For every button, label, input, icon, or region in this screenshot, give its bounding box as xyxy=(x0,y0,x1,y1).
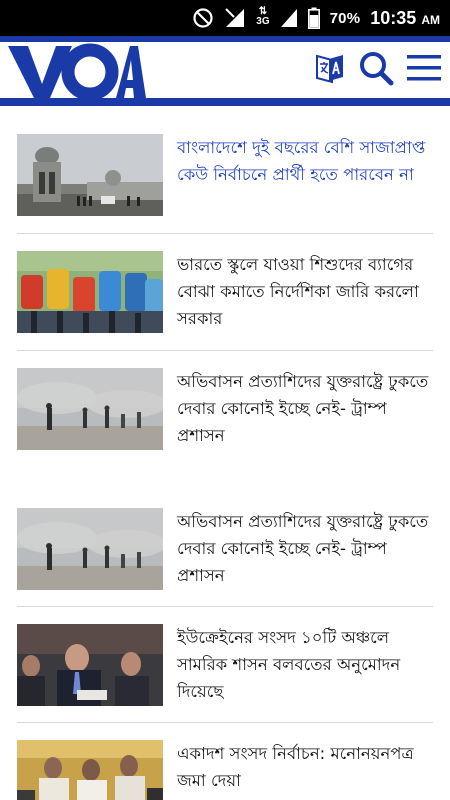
header-bottom-rule xyxy=(0,98,450,106)
menu-button[interactable] xyxy=(404,50,444,90)
list-item[interactable]: অভিবাসন প্রত্যাশিদের যুক্তরাষ্ট্রে ঢুকতে… xyxy=(17,340,433,456)
article-thumbnail xyxy=(17,624,163,706)
voa-logo[interactable] xyxy=(6,40,146,101)
article-headline[interactable]: ইউক্রেইনের সংসদ ১০টি অঞ্চলে সামরিক শাসন … xyxy=(177,624,435,705)
list-item[interactable]: অভিবাসন প্রত্যাশিদের যুক্তরাষ্ট্রে ঢুকতে… xyxy=(17,480,433,596)
list-item[interactable]: একাদশ সংসদ নির্বাচন: মনোনয়নপত্র জমা দেয… xyxy=(17,712,433,800)
article-headline[interactable]: একাদশ সংসদ নির্বাচন: মনোনয়নপত্র জমা দেয… xyxy=(177,740,435,794)
status-bar: ⇅ 3G 70% 10:35 AM xyxy=(0,0,450,36)
article-thumbnail xyxy=(17,134,163,216)
search-icon xyxy=(358,50,394,90)
clock-time: 10:35 xyxy=(370,7,417,28)
clock-ampm: AM xyxy=(421,12,440,27)
article-thumbnail xyxy=(17,740,163,800)
language-button[interactable] xyxy=(310,50,350,90)
do-not-disturb-icon xyxy=(192,7,214,29)
article-thumbnail xyxy=(17,368,163,450)
signal-bars-icon xyxy=(280,7,298,29)
article-headline[interactable]: অভিবাসন প্রত্যাশিদের যুক্তরাষ্ট্রে ঢুকতে… xyxy=(177,368,435,449)
clock: 10:35 AM xyxy=(370,8,440,29)
article-thumbnail xyxy=(17,251,163,333)
menu-icon xyxy=(406,52,442,88)
battery-percent: 70% xyxy=(329,9,361,27)
news-feed: বাংলাদেশে দুই বছরের বেশি সাজাপ্রাপ্ত কেউ… xyxy=(0,106,450,800)
article-headline[interactable]: ভারতে স্কুলে যাওয়া শিশুদের ব্যাগের বোঝা… xyxy=(177,251,435,332)
battery-icon xyxy=(307,7,320,29)
search-button[interactable] xyxy=(356,50,396,90)
article-headline[interactable]: অভিবাসন প্রত্যাশিদের যুক্তরাষ্ট্রে ঢুকতে… xyxy=(177,508,435,589)
language-icon xyxy=(313,51,347,89)
list-item[interactable]: বাংলাদেশে দুই বছরের বেশি সাজাপ্রাপ্ত কেউ… xyxy=(17,106,433,222)
app-header xyxy=(0,36,450,106)
list-item[interactable]: ইউক্রেইনের সংসদ ১০টি অঞ্চলে সামরিক শাসন … xyxy=(17,596,433,712)
article-thumbnail xyxy=(17,508,163,590)
list-item[interactable]: ভারতে স্কুলে যাওয়া শিশুদের ব্যাগের বোঝা… xyxy=(17,223,433,339)
signal-icon xyxy=(224,7,246,29)
article-headline[interactable]: বাংলাদেশে দুই বছরের বেশি সাজাপ্রাপ্ত কেউ… xyxy=(177,134,435,188)
network-3g-icon: ⇅ 3G xyxy=(256,6,270,27)
